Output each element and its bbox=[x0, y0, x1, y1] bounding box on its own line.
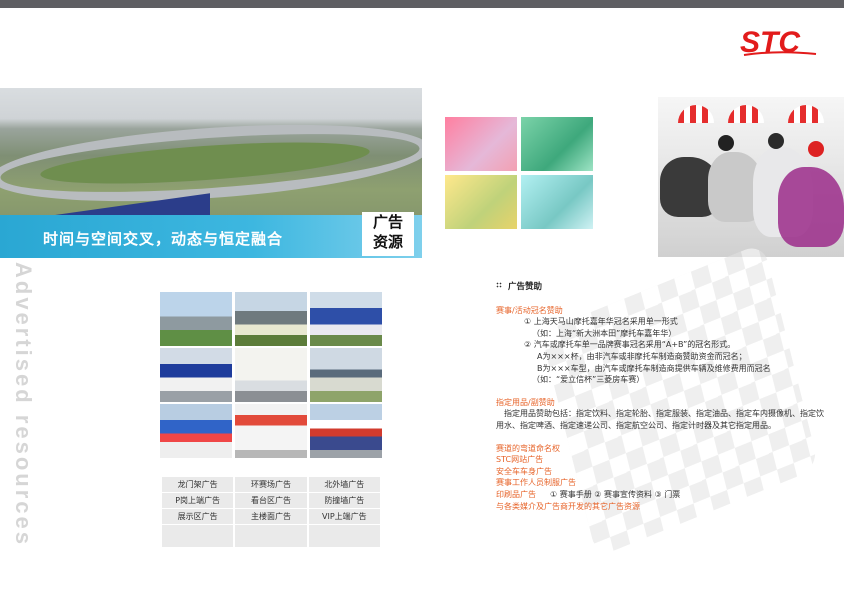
bullet-dots-icon bbox=[496, 282, 502, 288]
table-cell: 龙门架广告 bbox=[162, 477, 234, 492]
top-bar bbox=[0, 0, 844, 8]
title-sponsor-line: （如：上海“新大洲本田”摩托车嘉年华） bbox=[532, 328, 677, 338]
table-cell: 展示区广告 bbox=[162, 509, 234, 524]
photo-building-3 bbox=[310, 348, 382, 402]
photo-building-1 bbox=[160, 348, 232, 402]
table-cell-empty bbox=[162, 525, 234, 547]
media-ad-line: 与各类媒介及广告商开发的其它广告资源 bbox=[496, 501, 640, 511]
title-sponsor-line: A为×××杯，由非汽车或非摩托车制造商赞助资金而冠名； bbox=[537, 351, 747, 361]
table-row: P岗上端广告 看台区广告 防撞墙广告 bbox=[162, 493, 380, 508]
table-cell-empty bbox=[235, 525, 307, 547]
title-sponsor-line: ② 汽车或摩托车单一品牌赛事冠名采用“A+B”的冠名形式。 bbox=[524, 340, 736, 350]
print-ad-items: ① 赛事手册 ② 赛事宣传资料 ③ 门票 bbox=[550, 489, 681, 499]
ad-resources-tag: 广告 资源 bbox=[362, 212, 414, 256]
other-ad-item: STC网站广告 bbox=[496, 455, 544, 465]
photo-grandstand bbox=[310, 404, 382, 458]
photo-track-1 bbox=[160, 292, 232, 346]
photo-crowd-cyan bbox=[521, 175, 593, 229]
photo-club bbox=[235, 404, 307, 458]
photo-track-yellow bbox=[445, 175, 517, 229]
other-ad-item: 赛道的弯道命名权 bbox=[496, 443, 560, 453]
photo-riders-pink bbox=[445, 117, 517, 171]
designated-title: 指定用品/副赞助 bbox=[496, 397, 555, 407]
tag-line-2: 资源 bbox=[372, 233, 403, 251]
title-sponsor-title: 赛事/活动冠名赞助 bbox=[496, 305, 563, 315]
table-cell: 主楼面广告 bbox=[235, 509, 307, 524]
print-ad-label: 印刷品广告 bbox=[496, 489, 536, 499]
tag-line-1: 广告 bbox=[372, 213, 403, 231]
ad-locations-table: 龙门架广告 环赛场广告 北外墙广告 P岗上端广告 看台区广告 防撞墙广告 展示区… bbox=[160, 476, 382, 548]
table-cell-empty bbox=[308, 525, 380, 547]
stc-logo: STC bbox=[740, 26, 817, 58]
table-cell: 环赛场广告 bbox=[235, 477, 307, 492]
photo-building-2 bbox=[235, 348, 307, 402]
photo-expo-tent bbox=[160, 404, 232, 458]
other-ad-item: 安全车车身广告 bbox=[496, 466, 552, 476]
table-row: 展示区广告 主楼面广告 VIP上端广告 bbox=[162, 509, 380, 524]
table-cell: P岗上端广告 bbox=[162, 493, 234, 508]
photo-stand-green bbox=[521, 117, 593, 171]
sponsorship-text: 广告赞助 赛事/活动冠名赞助 ① 上海天马山摩托嘉年华冠名采用单一形式 （如：上… bbox=[496, 282, 826, 512]
sponsorship-heading: 广告赞助 bbox=[496, 282, 826, 294]
table-row-empty bbox=[162, 525, 380, 547]
table-row: 龙门架广告 环赛场广告 北外墙广告 bbox=[162, 477, 380, 492]
table-cell: 看台区广告 bbox=[235, 493, 307, 508]
side-title: Advertised resources bbox=[11, 262, 36, 547]
print-ad-line: 印刷品广告 ① 赛事手册 ② 赛事宣传资料 ③ 门票 bbox=[496, 489, 826, 501]
other-ad-item: 赛事工作人员制服广告 bbox=[496, 478, 576, 488]
title-sponsor-line: ① 上海天马山摩托嘉年华冠名采用单一形式 bbox=[524, 317, 678, 327]
table-cell: 防撞墙广告 bbox=[308, 493, 380, 508]
photo-track-2 bbox=[235, 292, 307, 346]
title-sponsor-line: （如：“爱立信杯”三菱房车赛） bbox=[532, 375, 645, 385]
table-cell: VIP上端广告 bbox=[308, 509, 380, 524]
designated-text: 指定用品赞助包括：指定饮料、指定轮胎、指定服装、指定油品、指定车内摄像机、指定饮… bbox=[496, 409, 824, 430]
hero-slogan: 时间与空间交叉，动态与恒定融合 bbox=[43, 231, 284, 248]
photo-motorcycles bbox=[658, 97, 844, 257]
photo-track-3 bbox=[310, 292, 382, 346]
title-sponsor-line: B为×××车型，由汽车或摩托车制造商提供车辆及维修费用而冠名 bbox=[537, 363, 771, 373]
table-cell: 北外墙广告 bbox=[308, 477, 380, 492]
